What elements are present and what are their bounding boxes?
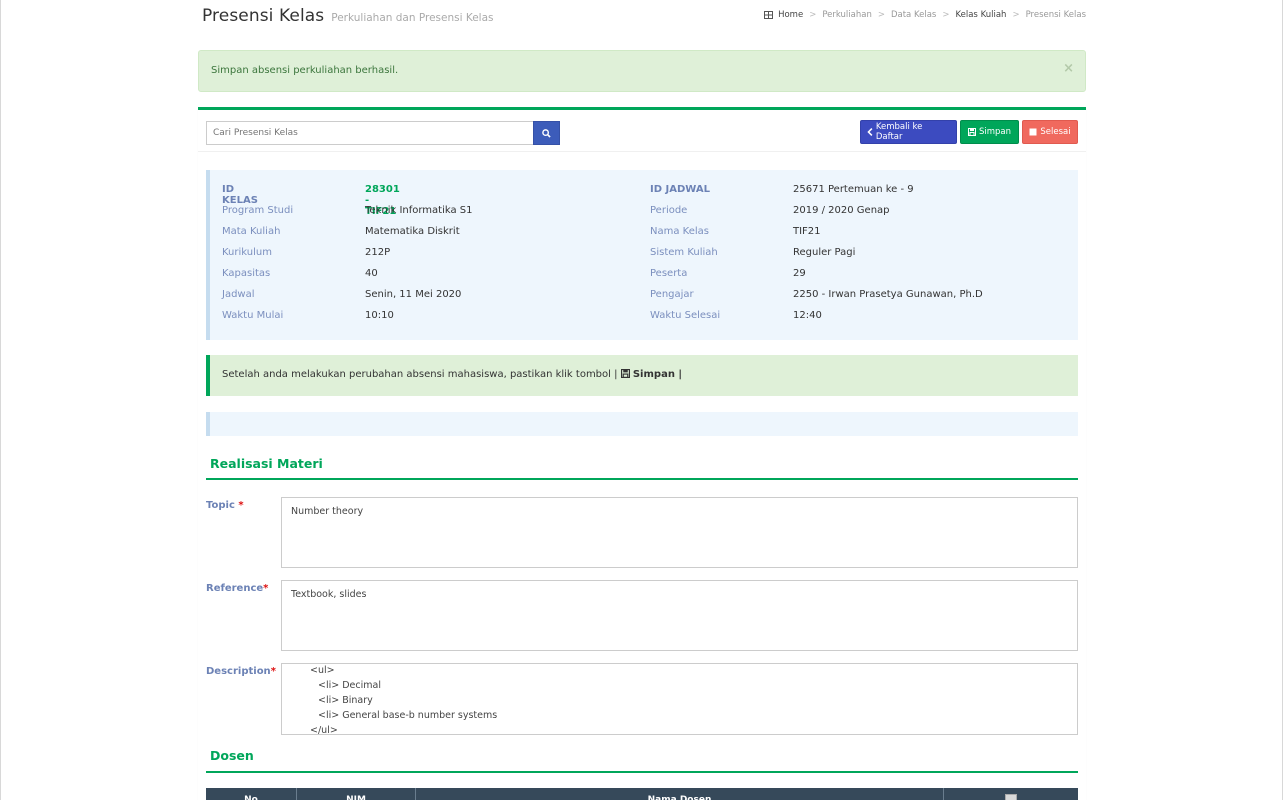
info-value: 2250 - Irwan Prasetya Gunawan, Ph.D: [793, 289, 983, 300]
search-input[interactable]: [206, 121, 534, 145]
reference-label-text: Reference: [206, 583, 264, 594]
search-icon: [542, 128, 551, 138]
reference-textarea[interactable]: Textbook, slides: [281, 580, 1078, 651]
breadcrumb-home[interactable]: Home: [778, 10, 803, 20]
topic-label-text: Topic: [206, 500, 235, 511]
done-button-label: Selesai: [1040, 127, 1071, 137]
column-no: No: [206, 788, 297, 800]
description-line: <li> General base-b number systems: [318, 710, 498, 721]
info-value: 2019 / 2020 Genap: [793, 205, 890, 216]
save-button-label: Simpan: [978, 127, 1012, 137]
back-to-list-button[interactable]: Kembali ke Daftar: [860, 120, 957, 144]
info-value: 25671 Pertemuan ke - 9: [793, 184, 914, 195]
chevron-left-icon: [867, 128, 873, 136]
info-label: Jadwal: [222, 289, 255, 300]
dashboard-icon: [764, 11, 774, 19]
info-value: 212P: [365, 247, 391, 258]
info-value: Teknik Informatika S1: [365, 205, 473, 216]
save-reminder-callout: Setelah anda melakukan perubahan absensi…: [206, 355, 1078, 396]
callout-text: Setelah anda melakukan perubahan absensi…: [222, 369, 682, 380]
breadcrumb-kelas-kuliah[interactable]: Kelas Kuliah: [955, 10, 1006, 20]
save-button[interactable]: Simpan: [960, 120, 1019, 144]
reference-label: Reference*: [206, 583, 268, 594]
breadcrumb-current: Presensi Kelas: [1025, 10, 1086, 20]
required-mark: *: [263, 583, 269, 594]
app-frame: Presensi Kelas Perkuliahan dan Presensi …: [0, 0, 1283, 800]
info-label: Waktu Mulai: [222, 310, 284, 321]
dosen-section-title: Dosen: [206, 748, 1078, 773]
floppy-icon: [967, 128, 976, 136]
info-value: 12:40: [793, 310, 822, 321]
presensi-box: Kembali ke Daftar Simpan Selesai ID KELA…: [198, 107, 1086, 800]
realisasi-section-title: Realisasi Materi: [206, 456, 1078, 480]
description-textarea[interactable]: <ul> <li> Decimal <li> Binary <li> Gener…: [281, 663, 1078, 735]
column-nim: NIM: [297, 788, 416, 800]
breadcrumb-separator: >: [809, 10, 817, 20]
breadcrumb: Home > Perkuliahan > Data Kelas > Kelas …: [764, 10, 1086, 20]
description-line: </ul>: [310, 725, 338, 735]
breadcrumb-data-kelas[interactable]: Data Kelas: [891, 10, 936, 20]
description-line: <li> Binary: [318, 695, 373, 706]
description-line: <ul>: [310, 665, 335, 676]
page-header: Presensi Kelas Perkuliahan dan Presensi …: [202, 6, 494, 26]
breadcrumb-separator: >: [1012, 10, 1020, 20]
required-mark: *: [270, 666, 276, 677]
description-label-text: Description: [206, 666, 271, 677]
required-mark: *: [238, 500, 244, 511]
select-all-checkbox[interactable]: [1005, 794, 1017, 800]
info-label: Program Studi: [222, 205, 294, 216]
info-label: ID JADWAL: [650, 184, 710, 195]
info-value: Senin, 11 Mei 2020: [365, 289, 462, 300]
stop-icon: [1029, 128, 1037, 136]
info-label: Periode: [650, 205, 688, 216]
info-label: Peserta: [650, 268, 688, 279]
class-info-panel: ID KELAS 28301 - TIF21 Program Studi Tek…: [206, 170, 1078, 340]
floppy-icon: [620, 369, 630, 378]
breadcrumb-perkuliahan[interactable]: Perkuliahan: [822, 10, 872, 20]
topic-textarea[interactable]: Number theory: [281, 497, 1078, 568]
info-label: ID KELAS: [222, 184, 258, 206]
search-button[interactable]: [533, 121, 560, 145]
page-title: Presensi Kelas: [202, 6, 325, 26]
description-label: Description*: [206, 666, 276, 677]
description-line: <li> Decimal: [318, 680, 381, 691]
alert-message: Simpan absensi perkuliahan berhasil.: [211, 65, 399, 76]
empty-info-panel: [206, 412, 1078, 436]
info-label: Mata Kuliah: [222, 226, 281, 237]
callout-strong: Simpan |: [632, 369, 683, 380]
info-label: Kapasitas: [222, 268, 271, 279]
success-alert: Simpan absensi perkuliahan berhasil. ×: [198, 50, 1086, 92]
info-value: Matematika Diskrit: [365, 226, 460, 237]
info-value: Reguler Pagi: [793, 247, 856, 258]
breadcrumb-separator: >: [877, 10, 885, 20]
info-label: Pengajar: [650, 289, 694, 300]
dosen-table-header: No NIM Nama Dosen: [206, 788, 1078, 800]
close-icon[interactable]: ×: [1063, 62, 1074, 75]
back-button-label: Kembali ke Daftar: [875, 122, 923, 142]
info-label: Nama Kelas: [650, 226, 709, 237]
done-button[interactable]: Selesai: [1022, 120, 1078, 144]
topic-label: Topic *: [206, 500, 244, 511]
info-label: Kurikulum: [222, 247, 272, 258]
info-value: 40: [365, 268, 378, 279]
info-label: Sistem Kuliah: [650, 247, 718, 258]
info-value: 10:10: [365, 310, 394, 321]
info-label: Waktu Selesai: [650, 310, 721, 321]
box-header: Kembali ke Daftar Simpan Selesai: [198, 110, 1086, 152]
callout-message: Setelah anda melakukan perubahan absensi…: [222, 369, 618, 380]
column-nama-dosen: Nama Dosen: [416, 788, 944, 800]
page-subtitle: Perkuliahan dan Presensi Kelas: [331, 12, 494, 24]
info-value: TIF21: [793, 226, 821, 237]
column-select: [944, 788, 1078, 800]
info-value: 29: [793, 268, 806, 279]
breadcrumb-separator: >: [942, 10, 950, 20]
